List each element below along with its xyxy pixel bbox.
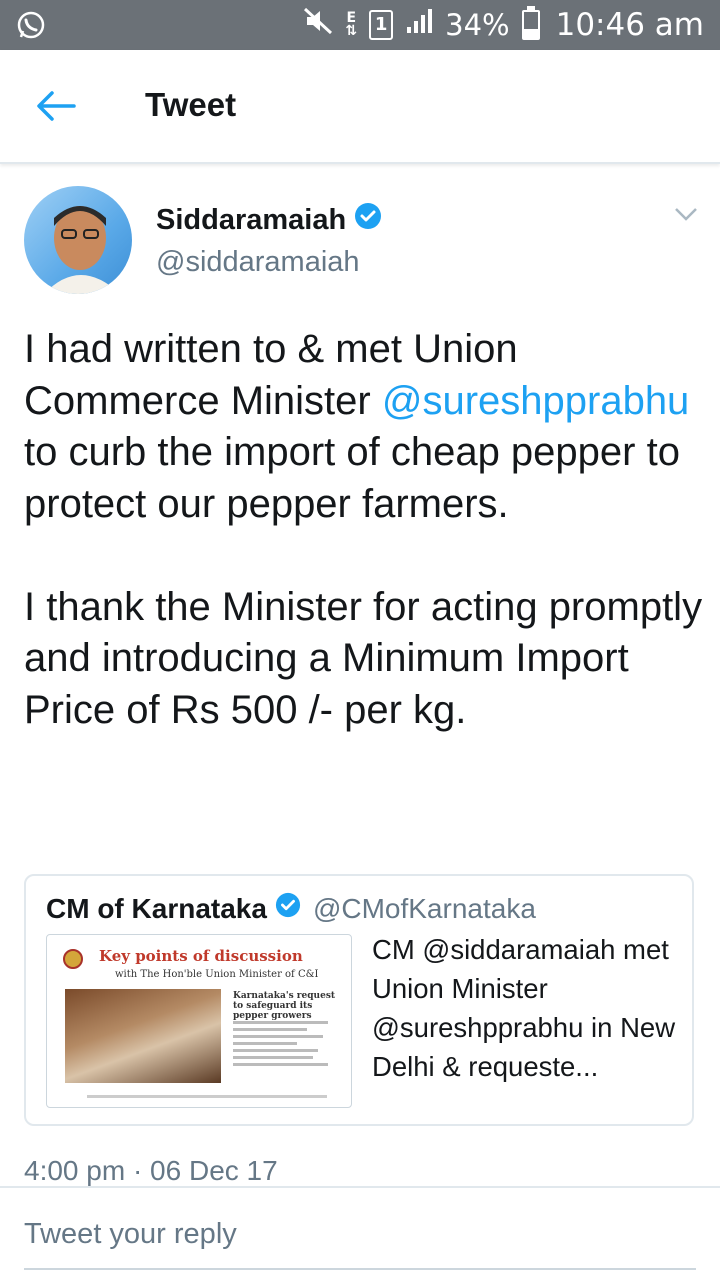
battery-icon xyxy=(521,6,540,40)
back-arrow-icon[interactable] xyxy=(36,88,76,124)
emblem-icon xyxy=(63,949,83,969)
reply-input[interactable]: Tweet your reply xyxy=(24,1218,237,1251)
author-name[interactable]: Siddaramaiah xyxy=(156,202,382,238)
image-subheading: with The Hon'ble Union Minister of C&I xyxy=(115,969,319,980)
quoted-tweet-header: CM of Karnataka @CMofKarnataka xyxy=(46,892,536,925)
quoted-author-handle: @CMofKarnataka xyxy=(312,892,536,924)
tweet-timestamp: 4:00 pm · 06 Dec 17 xyxy=(24,1155,278,1186)
quoted-tweet-image[interactable]: Key points of discussion with The Hon'bl… xyxy=(46,934,352,1108)
verified-badge-icon xyxy=(354,202,382,238)
tweet-text: I had written to & met Union Commerce Mi… xyxy=(24,324,704,736)
battery-percent: 34% xyxy=(445,8,510,42)
status-bar: E ⇅ 1 34% 10:46 am xyxy=(0,0,720,50)
mute-icon xyxy=(303,7,333,43)
mention-link[interactable]: @sureshpprabhu xyxy=(382,379,689,423)
verified-badge-icon xyxy=(275,892,301,925)
meeting-photo xyxy=(65,989,221,1083)
network-type: E xyxy=(346,10,357,26)
tweet-text-part: to curb the import of cheap pepper to pr… xyxy=(24,430,703,732)
sim-icon: 1 xyxy=(369,10,394,40)
network-type-icon: E ⇅ xyxy=(345,10,358,39)
page-title: Tweet xyxy=(145,86,237,123)
quoted-tweet[interactable]: CM of Karnataka @CMofKarnataka Key point… xyxy=(24,874,694,1126)
quoted-tweet-text: CM @siddaramaiah met Union Minister @sur… xyxy=(372,934,676,1082)
quoted-author-name: CM of Karnataka xyxy=(46,892,267,924)
sim-number: 1 xyxy=(374,14,388,35)
app-header: Tweet xyxy=(0,50,720,164)
clock: 10:46 am xyxy=(555,7,704,43)
image-text-lines xyxy=(233,1017,339,1070)
chevron-down-icon[interactable] xyxy=(674,206,698,227)
image-footer xyxy=(87,1095,327,1098)
signal-icon xyxy=(405,7,433,43)
divider xyxy=(0,1186,720,1188)
image-heading: Key points of discussion xyxy=(99,947,303,965)
author-handle[interactable]: @siddaramaiah xyxy=(156,246,360,279)
avatar[interactable] xyxy=(24,186,132,294)
whatsapp-icon xyxy=(16,10,46,44)
reply-underline xyxy=(24,1268,696,1270)
author-name-text: Siddaramaiah xyxy=(156,203,347,236)
